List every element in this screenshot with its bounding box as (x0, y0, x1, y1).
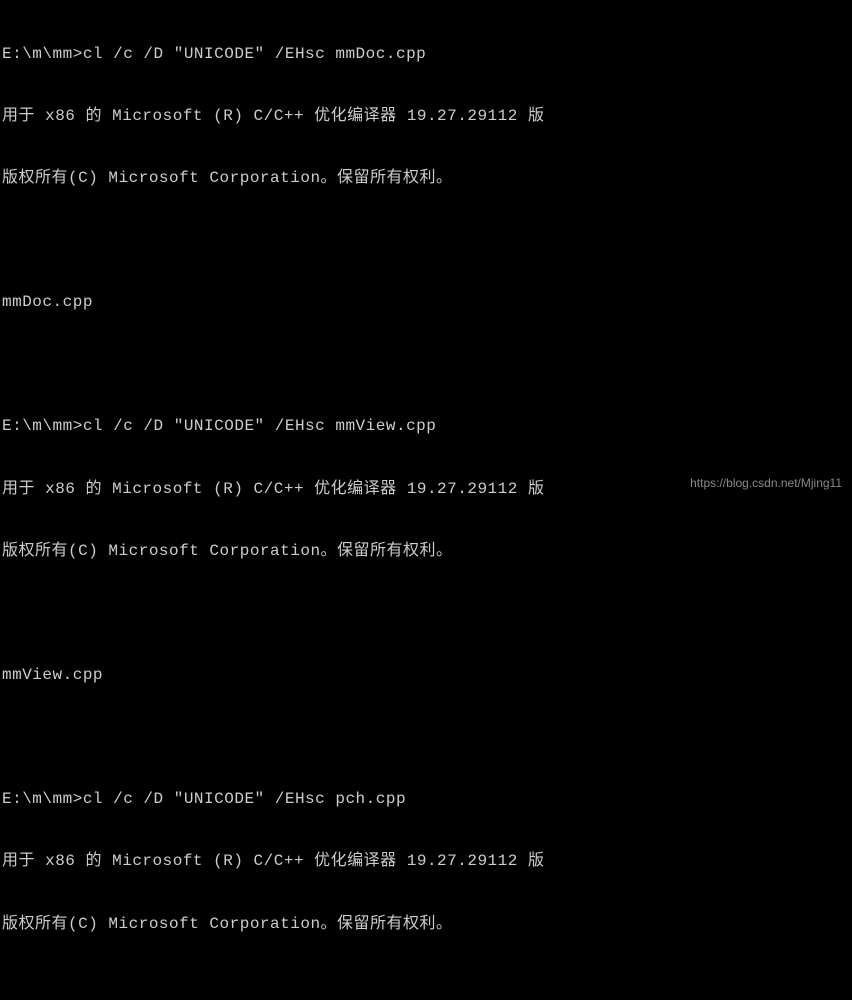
terminal-line: mmView.cpp (2, 665, 852, 686)
terminal-line (2, 604, 852, 624)
terminal-line: E:\m\mm>cl /c /D "UNICODE" /EHsc pch.cpp (2, 789, 852, 810)
terminal-line (2, 976, 852, 996)
terminal-line: E:\m\mm>cl /c /D "UNICODE" /EHsc mmView.… (2, 416, 852, 437)
terminal-line: 版权所有(C) Microsoft Corporation。保留所有权利。 (2, 541, 852, 562)
terminal-line (2, 355, 852, 375)
terminal-output[interactable]: E:\m\mm>cl /c /D "UNICODE" /EHsc mmDoc.c… (2, 2, 852, 1000)
terminal-line: 用于 x86 的 Microsoft (R) C/C++ 优化编译器 19.27… (2, 106, 852, 127)
terminal-line: mmDoc.cpp (2, 292, 852, 313)
terminal-line: 版权所有(C) Microsoft Corporation。保留所有权利。 (2, 168, 852, 189)
watermark-text: https://blog.csdn.net/Mjing11 (690, 476, 842, 492)
terminal-line (2, 231, 852, 251)
terminal-line: E:\m\mm>cl /c /D "UNICODE" /EHsc mmDoc.c… (2, 44, 852, 65)
terminal-line: 用于 x86 的 Microsoft (R) C/C++ 优化编译器 19.27… (2, 851, 852, 872)
terminal-line: 版权所有(C) Microsoft Corporation。保留所有权利。 (2, 914, 852, 935)
terminal-line (2, 728, 852, 748)
